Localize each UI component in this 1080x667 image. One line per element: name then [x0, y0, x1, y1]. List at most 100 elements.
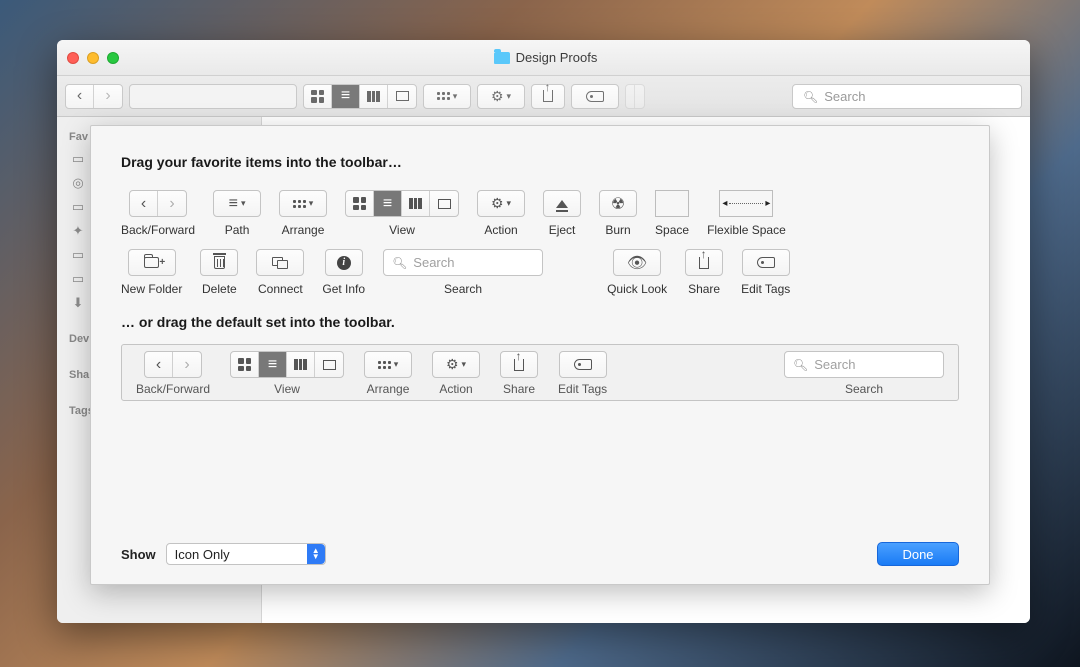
gallery-flexible-space[interactable]: ◂ ▸ Flexible Space	[707, 190, 786, 237]
view-switcher	[303, 84, 417, 109]
default-edit-tags: Edit Tags	[558, 351, 607, 396]
forward-button[interactable]	[94, 85, 122, 108]
coverflow-icon	[438, 199, 451, 209]
show-popup-value: Icon Only	[175, 547, 230, 562]
window-title: Design Proofs	[516, 50, 598, 65]
gallery-eject[interactable]: Eject	[543, 190, 581, 237]
search-icon	[793, 357, 808, 372]
gallery-back-forward[interactable]: Back/Forward	[121, 190, 195, 237]
columns-icon	[367, 91, 380, 102]
columns-icon	[409, 198, 422, 209]
share-button[interactable]	[531, 84, 565, 109]
gallery-row-2: New Folder Delete Connect Get Info Searc…	[121, 249, 959, 296]
default-toolbar-set[interactable]: Back/Forward View Arrange Action Share E…	[121, 344, 959, 401]
sheet-subheading: … or drag the default set into the toolb…	[121, 314, 959, 330]
gallery-arrange[interactable]: Arrange	[279, 190, 327, 237]
info-icon	[337, 256, 351, 270]
burn-icon	[611, 194, 625, 214]
customize-toolbar-sheet: Drag your favorite items into the toolba…	[90, 125, 990, 585]
eject-icon	[556, 200, 568, 208]
chevron-right-icon	[184, 356, 189, 374]
tag-icon	[574, 359, 592, 370]
zoom-window-icon[interactable]	[107, 52, 119, 64]
show-popup[interactable]: Icon Only ▲▼	[166, 543, 326, 565]
gallery-delete[interactable]: Delete	[200, 249, 238, 296]
coverflow-icon	[396, 91, 409, 101]
minimize-window-icon[interactable]	[87, 52, 99, 64]
view-icons-button[interactable]	[304, 85, 332, 108]
default-back-forward: Back/Forward	[136, 351, 210, 396]
default-search: Search Search	[784, 351, 944, 396]
apps-icon: ✦	[69, 224, 87, 238]
gallery-connect[interactable]: Connect	[256, 249, 304, 296]
gallery-view[interactable]: View	[345, 190, 459, 237]
chevron-left-icon	[141, 195, 146, 213]
search-icon	[803, 89, 818, 104]
grid-icon	[353, 197, 366, 210]
documents-icon: ▭	[69, 248, 87, 262]
sheet-footer: Show Icon Only ▲▼ Done	[121, 542, 959, 566]
back-forward-control	[65, 84, 123, 109]
trash-icon	[214, 256, 225, 269]
desktop-icon: ▭	[69, 200, 87, 214]
gallery-share[interactable]: Share	[685, 249, 723, 296]
arrange-icon	[293, 200, 306, 208]
arrange-icon	[437, 92, 450, 100]
finder-toolbar: Search	[57, 76, 1030, 117]
titlebar: Design Proofs	[57, 40, 1030, 76]
path-icon	[229, 195, 238, 213]
connect-icon	[272, 257, 288, 269]
gallery-path[interactable]: Path	[213, 190, 261, 237]
list-icon	[268, 356, 277, 374]
gallery-new-folder[interactable]: New Folder	[121, 249, 182, 296]
list-icon	[341, 87, 350, 105]
tag-icon	[586, 91, 604, 102]
edit-tags-button[interactable]	[571, 84, 619, 109]
downloads-icon: ⬇	[69, 296, 87, 310]
share-icon	[514, 359, 524, 371]
extra-segment	[625, 84, 645, 109]
grid-icon	[238, 358, 251, 371]
sheet-heading: Drag your favorite items into the toolba…	[121, 154, 959, 170]
share-icon	[543, 90, 553, 102]
window-controls	[67, 52, 119, 64]
path-well[interactable]	[129, 84, 297, 109]
back-button[interactable]	[66, 85, 94, 108]
view-list-button[interactable]	[332, 85, 360, 108]
gallery-get-info[interactable]: Get Info	[322, 249, 365, 296]
tag-icon	[757, 257, 775, 268]
search-icon	[392, 255, 407, 270]
close-window-icon[interactable]	[67, 52, 79, 64]
default-arrange: Arrange	[364, 351, 412, 396]
show-label: Show	[121, 547, 156, 562]
title-area: Design Proofs	[127, 50, 964, 65]
gallery-search[interactable]: Search Search	[383, 249, 543, 296]
default-view: View	[230, 351, 344, 396]
action-menu[interactable]	[477, 84, 525, 109]
view-columns-button[interactable]	[360, 85, 388, 108]
gallery-edit-tags[interactable]: Edit Tags	[741, 249, 790, 296]
eye-icon	[627, 253, 647, 273]
toolbar-search[interactable]: Search	[792, 84, 1022, 109]
gallery-action[interactable]: Action	[477, 190, 525, 237]
chevron-right-icon	[169, 195, 174, 213]
done-button[interactable]: Done	[877, 542, 959, 566]
coverflow-icon	[323, 360, 336, 370]
space-box	[655, 190, 689, 217]
list-icon	[383, 195, 392, 213]
default-action: Action	[432, 351, 480, 396]
view-coverflow-button[interactable]	[388, 85, 416, 108]
stepper-arrows-icon: ▲▼	[307, 544, 325, 564]
chevron-left-icon	[77, 87, 82, 105]
grid-icon	[311, 90, 324, 103]
folder-icon	[494, 52, 510, 64]
gear-icon	[491, 88, 504, 105]
gallery-burn[interactable]: Burn	[599, 190, 637, 237]
gallery-quick-look[interactable]: Quick Look	[607, 249, 667, 296]
gallery-space[interactable]: Space	[655, 190, 689, 237]
gear-icon	[491, 195, 504, 212]
chevron-right-icon	[105, 87, 110, 105]
default-share: Share	[500, 351, 538, 396]
arrange-menu[interactable]	[423, 84, 471, 109]
search-input[interactable]: Search	[824, 85, 1011, 108]
